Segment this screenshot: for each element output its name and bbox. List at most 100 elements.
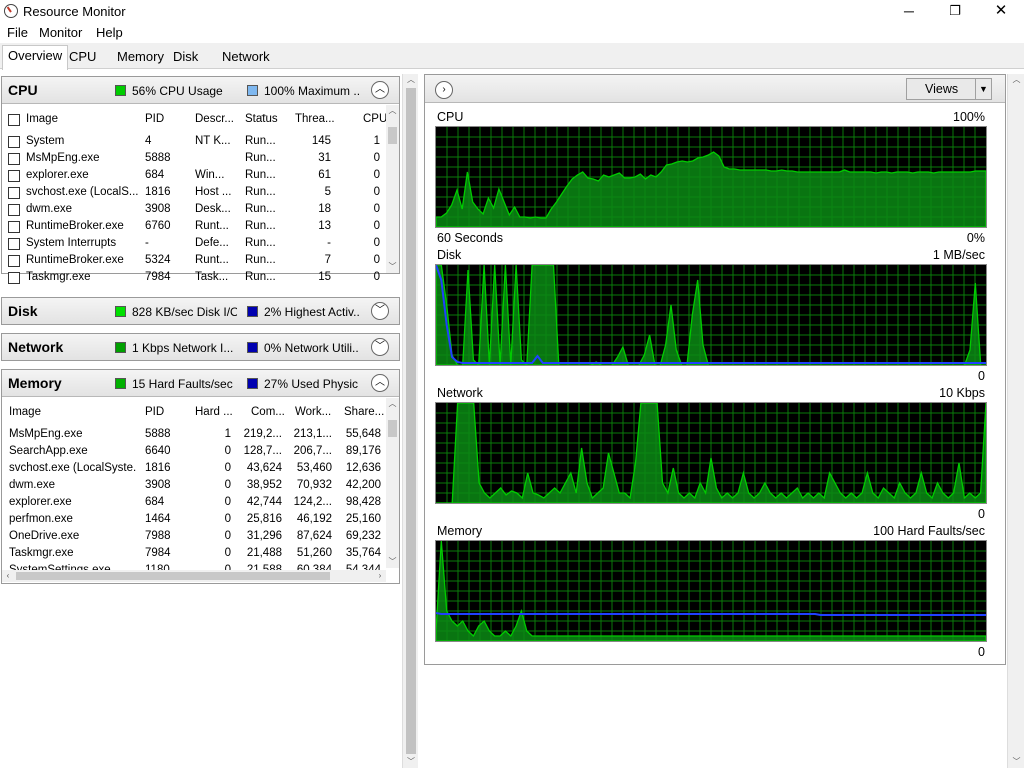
cell-hard-faults: 0 (224, 496, 231, 508)
scroll-thumb[interactable] (406, 88, 416, 754)
cell-image: explorer.exe (26, 169, 89, 181)
scroll-down-icon[interactable]: ﹀ (386, 261, 399, 273)
row-checkbox[interactable] (8, 136, 20, 148)
cpu-max-stat: 100% Maximum ... (264, 84, 359, 98)
row-checkbox[interactable] (8, 272, 20, 284)
window-scrollbar[interactable]: ︿ ﹀ (1007, 74, 1024, 768)
col-image[interactable]: Image (26, 113, 136, 125)
scroll-up-icon[interactable]: ︿ (1008, 74, 1024, 86)
menu-help[interactable]: Help (96, 25, 123, 40)
row-checkbox[interactable] (8, 221, 20, 233)
table-row[interactable]: System 4 NT K... Run... 145 1 (2, 134, 386, 151)
cell-description: Desk... (195, 203, 231, 215)
col-pid[interactable]: PID (145, 113, 189, 125)
cell-description: Host ... (195, 186, 232, 198)
row-checkbox[interactable] (8, 238, 20, 250)
cpu-section-header[interactable]: CPU 56% CPU Usage 100% Maximum ... ︿ (2, 77, 399, 104)
cell-cpu: 0 (373, 220, 380, 232)
disk-activity-stat: 2% Highest Activ... (264, 305, 359, 319)
minimize-button[interactable]: ─ (886, 0, 932, 23)
table-row[interactable]: svchost.exe (LocalSyste... 1816 0 43,624 53,… (2, 461, 386, 478)
table-row[interactable]: MsMpEng.exe 5888 Run... 31 0 (2, 151, 386, 168)
scroll-down-icon[interactable]: ﹀ (1008, 756, 1024, 768)
table-row[interactable]: dwm.exe 3908 Desk... Run... 18 0 (2, 202, 386, 219)
dropdown-arrow-icon[interactable]: ▼ (975, 79, 991, 99)
collapse-chevron-icon[interactable]: ︿ (371, 374, 389, 392)
left-pane-scrollbar[interactable]: ︿ ﹀ (402, 74, 418, 768)
cell-image: svchost.exe (LocalSyste... (9, 462, 137, 474)
cell-description: Defe... (195, 237, 229, 249)
hscroll-thumb[interactable] (16, 572, 330, 580)
menu-file[interactable]: File (7, 25, 28, 40)
col-pid[interactable]: PID (145, 406, 189, 418)
scroll-down-icon[interactable]: ﹀ (386, 556, 399, 568)
scroll-thumb[interactable] (388, 420, 397, 437)
tab-disk[interactable]: Disk (168, 47, 203, 69)
cell-description: Task... (195, 271, 229, 283)
table-row[interactable]: perfmon.exe 1464 0 25,816 46,192 25,160 (2, 512, 386, 529)
select-all-checkbox[interactable] (8, 114, 20, 126)
cell-image: OneDrive.exe (9, 530, 80, 542)
cell-cpu: 0 (373, 271, 380, 283)
cpu-table-scrollbar[interactable]: ︿ ﹀ (386, 105, 399, 273)
close-button[interactable]: ✕ (978, 0, 1024, 23)
cell-commit: 43,624 (246, 462, 282, 474)
col-threads[interactable]: Threa... (295, 113, 339, 125)
tab-overview[interactable]: Overview (2, 45, 69, 70)
maximize-button[interactable]: ❐ (932, 0, 978, 23)
network-section-header[interactable]: Network 1 Kbps Network I... 0% Network U… (2, 334, 399, 360)
expand-chevron-icon[interactable]: ﹀ (371, 338, 389, 356)
table-row[interactable]: RuntimeBroker.exe 5324 Runt... Run... 7 0 (2, 253, 386, 270)
used-physical-swatch (247, 378, 258, 389)
scroll-left-icon[interactable]: ‹ (2, 570, 14, 582)
table-row[interactable]: System Interrupts - Defe... Run... - 0 (2, 236, 386, 253)
memory-section-header[interactable]: Memory 15 Hard Faults/sec 27% Used Physi… (2, 370, 399, 397)
table-row[interactable]: Taskmgr.exe 7984 Task... Run... 15 0 (2, 270, 386, 287)
menu-monitor[interactable]: Monitor (39, 25, 82, 40)
sort-up-icon: ︿ (260, 109, 268, 118)
col-description[interactable]: Descr... (195, 113, 239, 125)
table-row[interactable]: SearchApp.exe 6640 0 128,7... 206,7... 89,176 (2, 444, 386, 461)
scroll-down-icon[interactable]: ﹀ (403, 756, 419, 768)
scroll-right-icon[interactable]: › (374, 570, 386, 582)
scroll-up-icon[interactable]: ︿ (403, 74, 419, 86)
row-checkbox[interactable] (8, 204, 20, 216)
expand-right-icon[interactable]: › (435, 81, 453, 99)
network-io-swatch (115, 342, 126, 353)
scroll-up-icon[interactable]: ︿ (386, 105, 399, 117)
views-button[interactable]: Views ▼ (906, 78, 992, 100)
expand-chevron-icon[interactable]: ﹀ (371, 302, 389, 320)
table-row[interactable]: MsMpEng.exe 5888 1 219,2... 213,1... 55,648 (2, 427, 386, 444)
tab-memory[interactable]: Memory (112, 47, 169, 69)
table-row[interactable]: explorer.exe 684 0 42,744 124,2... 98,428 (2, 495, 386, 512)
scroll-thumb[interactable] (388, 127, 397, 144)
row-checkbox[interactable] (8, 170, 20, 182)
row-checkbox[interactable] (8, 153, 20, 165)
tab-cpu[interactable]: CPU (64, 47, 101, 69)
row-checkbox[interactable] (8, 187, 20, 199)
cell-working-set: 70,932 (296, 479, 332, 491)
scroll-up-icon[interactable]: ︿ (386, 398, 399, 410)
table-row[interactable]: OneDrive.exe 7988 0 31,296 87,624 69,232 (2, 529, 386, 546)
table-row[interactable]: explorer.exe 684 Win... Run... 61 0 (2, 168, 386, 185)
collapse-chevron-icon[interactable]: ︿ (371, 81, 389, 99)
row-checkbox[interactable] (8, 255, 20, 267)
memory-table-scrollbar[interactable]: ︿ ﹀ (386, 398, 399, 568)
col-working-set[interactable]: Work... (295, 406, 335, 418)
table-row[interactable]: Taskmgr.exe 7984 0 21,488 51,260 35,764 (2, 546, 386, 563)
col-hard-faults[interactable]: Hard ... (195, 406, 239, 418)
cell-image: MsMpEng.exe (9, 428, 83, 440)
table-row[interactable]: RuntimeBroker.exe 6760 Runt... Run... 13 0 (2, 219, 386, 236)
col-commit[interactable]: Com... (251, 406, 291, 418)
table-row[interactable]: dwm.exe 3908 0 38,952 70,932 42,200 (2, 478, 386, 495)
disk-section-header[interactable]: Disk 828 KB/sec Disk I/O 2% Highest Acti… (2, 298, 399, 324)
series-green-area (436, 151, 986, 227)
tab-network[interactable]: Network (217, 47, 275, 69)
memory-graph-title: Memory (437, 524, 483, 538)
table-row[interactable]: svchost.exe (LocalS... 1816 Host ... Run...… (2, 185, 386, 202)
memory-table-hscrollbar[interactable]: ‹ › (2, 570, 386, 582)
col-shareable[interactable]: Share... (344, 406, 384, 418)
cell-shareable: 98,428 (345, 496, 381, 508)
cell-pid: 4 (145, 135, 152, 147)
col-image[interactable]: Image (9, 406, 135, 418)
